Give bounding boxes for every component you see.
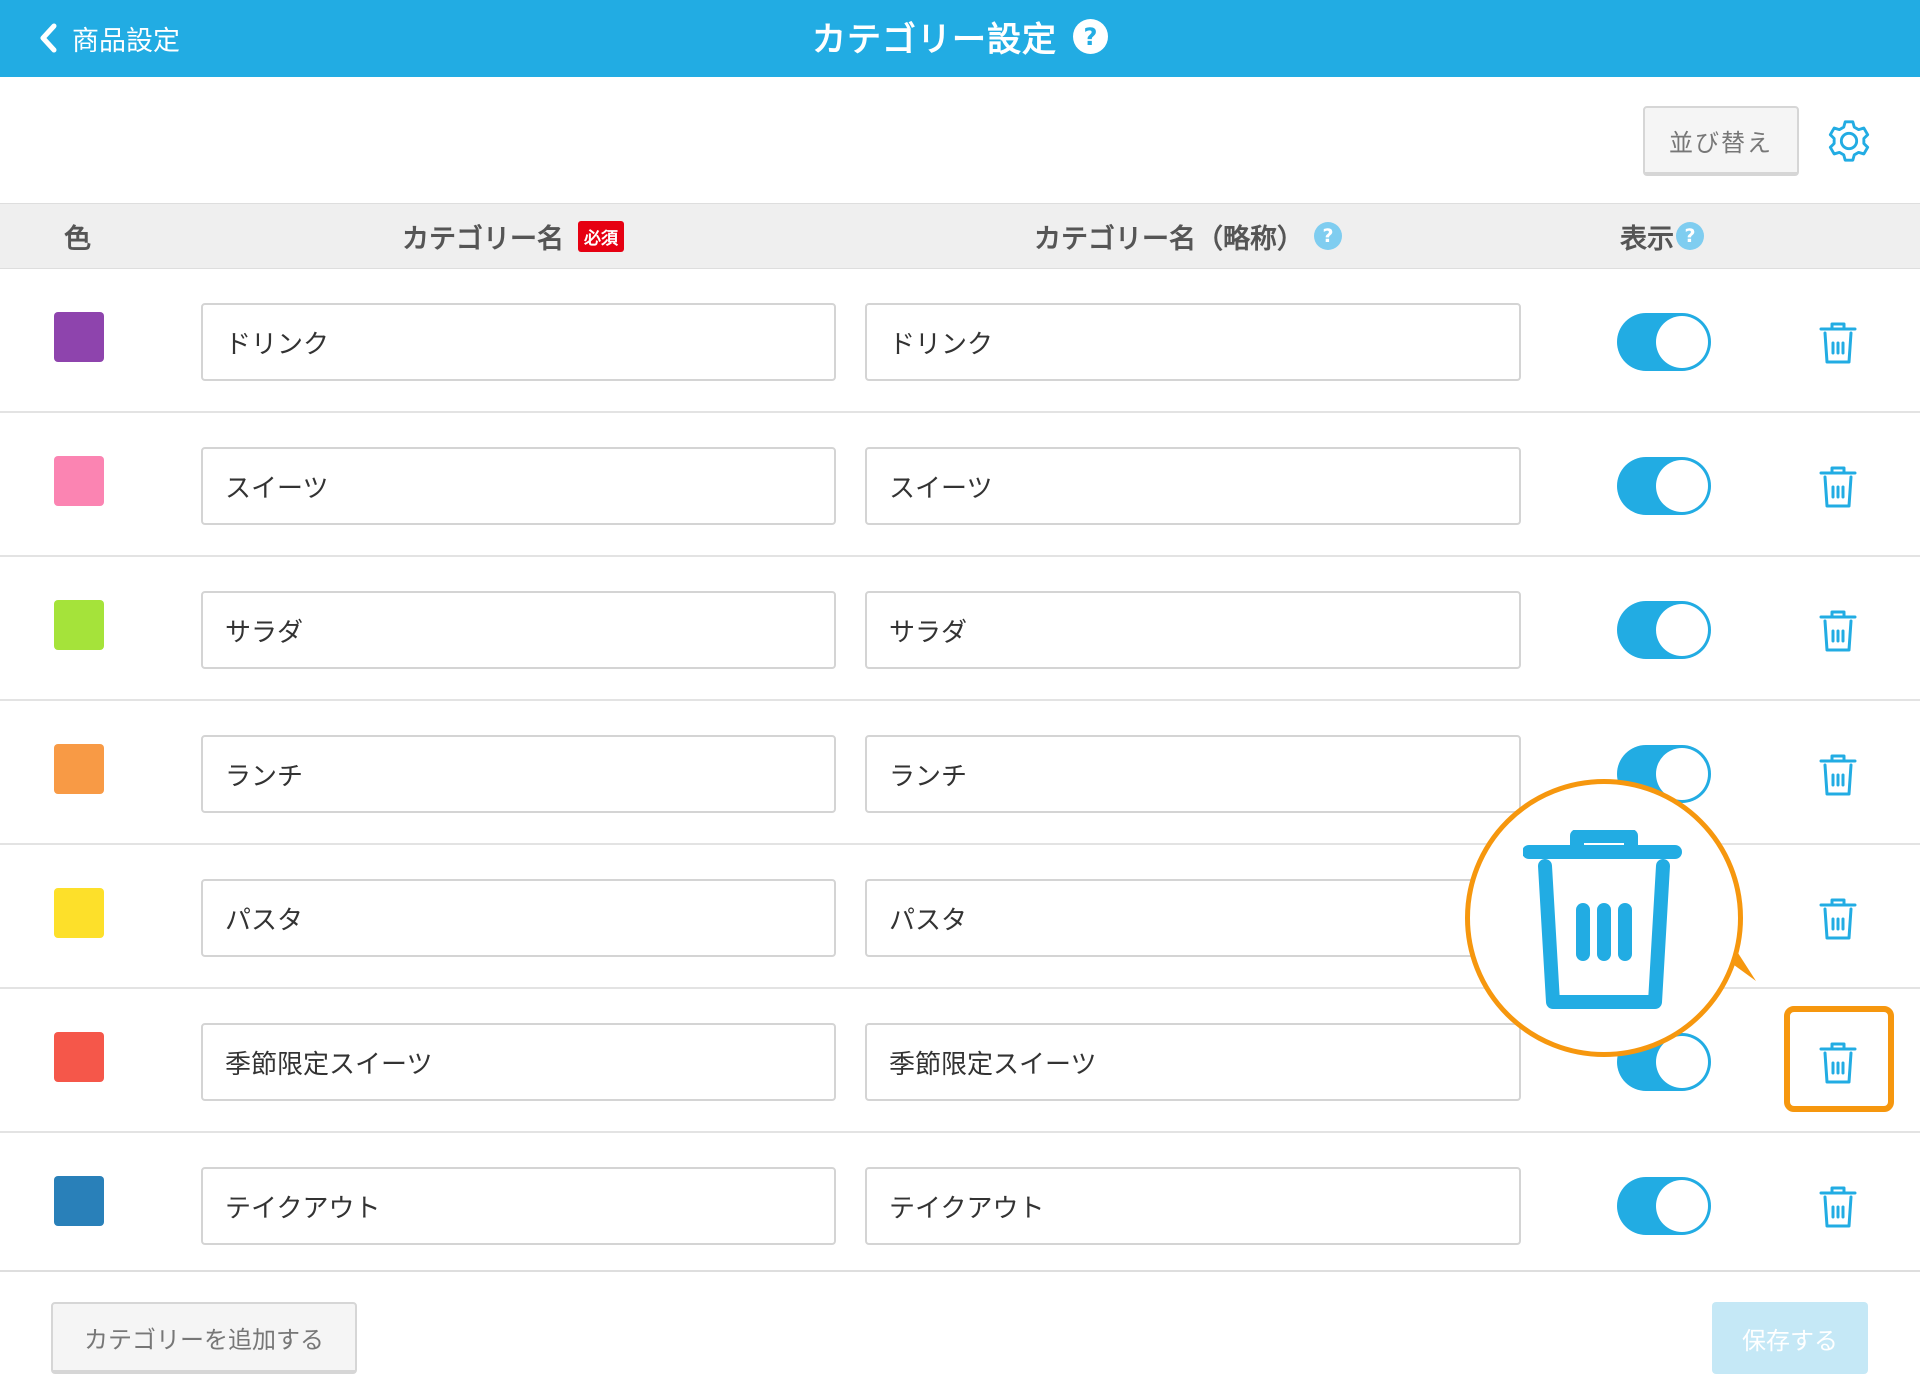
col-name-label: カテゴリー名	[402, 223, 564, 255]
display-toggle[interactable]	[1617, 601, 1711, 659]
table-row: ドリンク ドリンク	[0, 269, 1920, 413]
page-title: カテゴリー設定	[812, 20, 1057, 60]
toggle-knob	[1656, 316, 1708, 368]
col-display: 表示 ?	[1620, 204, 1704, 268]
sort-button[interactable]: 並び替え	[1643, 106, 1799, 176]
category-name-input[interactable]: サラダ	[201, 591, 836, 669]
category-name-input[interactable]: パスタ	[201, 879, 836, 957]
color-swatch[interactable]	[54, 312, 104, 362]
col-short-name: カテゴリー名（略称） ?	[1034, 204, 1342, 268]
color-swatch[interactable]	[54, 600, 104, 650]
save-button[interactable]: 保存する	[1712, 1302, 1868, 1374]
category-short-name-input[interactable]: ドリンク	[865, 303, 1521, 381]
add-category-button[interactable]: カテゴリーを追加する	[51, 1302, 357, 1374]
trash-icon[interactable]	[1816, 465, 1860, 509]
help-icon[interactable]: ?	[1676, 222, 1704, 250]
toggle-knob	[1656, 604, 1708, 656]
toggle-knob	[1656, 460, 1708, 512]
col-display-label: 表示	[1620, 223, 1674, 255]
toggle-knob	[1656, 1036, 1708, 1088]
help-icon[interactable]: ?	[1314, 222, 1342, 250]
col-short-name-label: カテゴリー名（略称）	[1034, 223, 1304, 255]
gear-icon[interactable]	[1826, 118, 1872, 164]
color-swatch[interactable]	[54, 1176, 104, 1226]
color-swatch[interactable]	[54, 1032, 104, 1082]
trash-highlight	[1784, 1006, 1894, 1112]
category-short-name-input[interactable]: 季節限定スイーツ	[865, 1023, 1521, 1101]
category-name-input[interactable]: テイクアウト	[201, 1167, 836, 1245]
toggle-knob	[1656, 1180, 1708, 1232]
display-toggle[interactable]	[1617, 457, 1711, 515]
category-name-input[interactable]: ドリンク	[201, 303, 836, 381]
category-short-name-input[interactable]: テイクアウト	[865, 1167, 1521, 1245]
table-row: テイクアウト テイクアウト	[0, 1133, 1920, 1277]
trash-icon[interactable]	[1816, 1185, 1860, 1229]
category-name-input[interactable]: 季節限定スイーツ	[201, 1023, 836, 1101]
category-name-input[interactable]: ランチ	[201, 735, 836, 813]
display-toggle[interactable]	[1617, 313, 1711, 371]
trash-icon[interactable]	[1816, 897, 1860, 941]
required-badge: 必須	[578, 220, 624, 252]
category-name-input[interactable]: スイーツ	[201, 447, 836, 525]
header-bar: 商品設定 カテゴリー設定 ?	[0, 0, 1920, 77]
col-name: カテゴリー名 必須	[402, 204, 624, 268]
color-swatch[interactable]	[54, 744, 104, 794]
trash-icon	[1523, 830, 1682, 1009]
trash-icon[interactable]	[1816, 321, 1860, 365]
trash-icon[interactable]	[1816, 753, 1860, 797]
category-short-name-input[interactable]: スイーツ	[865, 447, 1521, 525]
category-short-name-input[interactable]: ランチ	[865, 735, 1521, 813]
help-icon[interactable]: ?	[1073, 19, 1108, 54]
footer-bar: カテゴリーを追加する 保存する	[0, 1270, 1920, 1400]
table-row: サラダ サラダ	[0, 557, 1920, 701]
col-color: 色	[64, 223, 91, 255]
display-toggle[interactable]	[1617, 1177, 1711, 1235]
table-header: 色 カテゴリー名 必須 カテゴリー名（略称） ? 表示 ?	[0, 203, 1920, 269]
category-short-name-input[interactable]: サラダ	[865, 591, 1521, 669]
trash-icon[interactable]	[1816, 609, 1860, 653]
color-swatch[interactable]	[54, 456, 104, 506]
table-row: スイーツ スイーツ	[0, 413, 1920, 557]
color-swatch[interactable]	[54, 888, 104, 938]
category-short-name-input[interactable]: パスタ	[865, 879, 1521, 957]
